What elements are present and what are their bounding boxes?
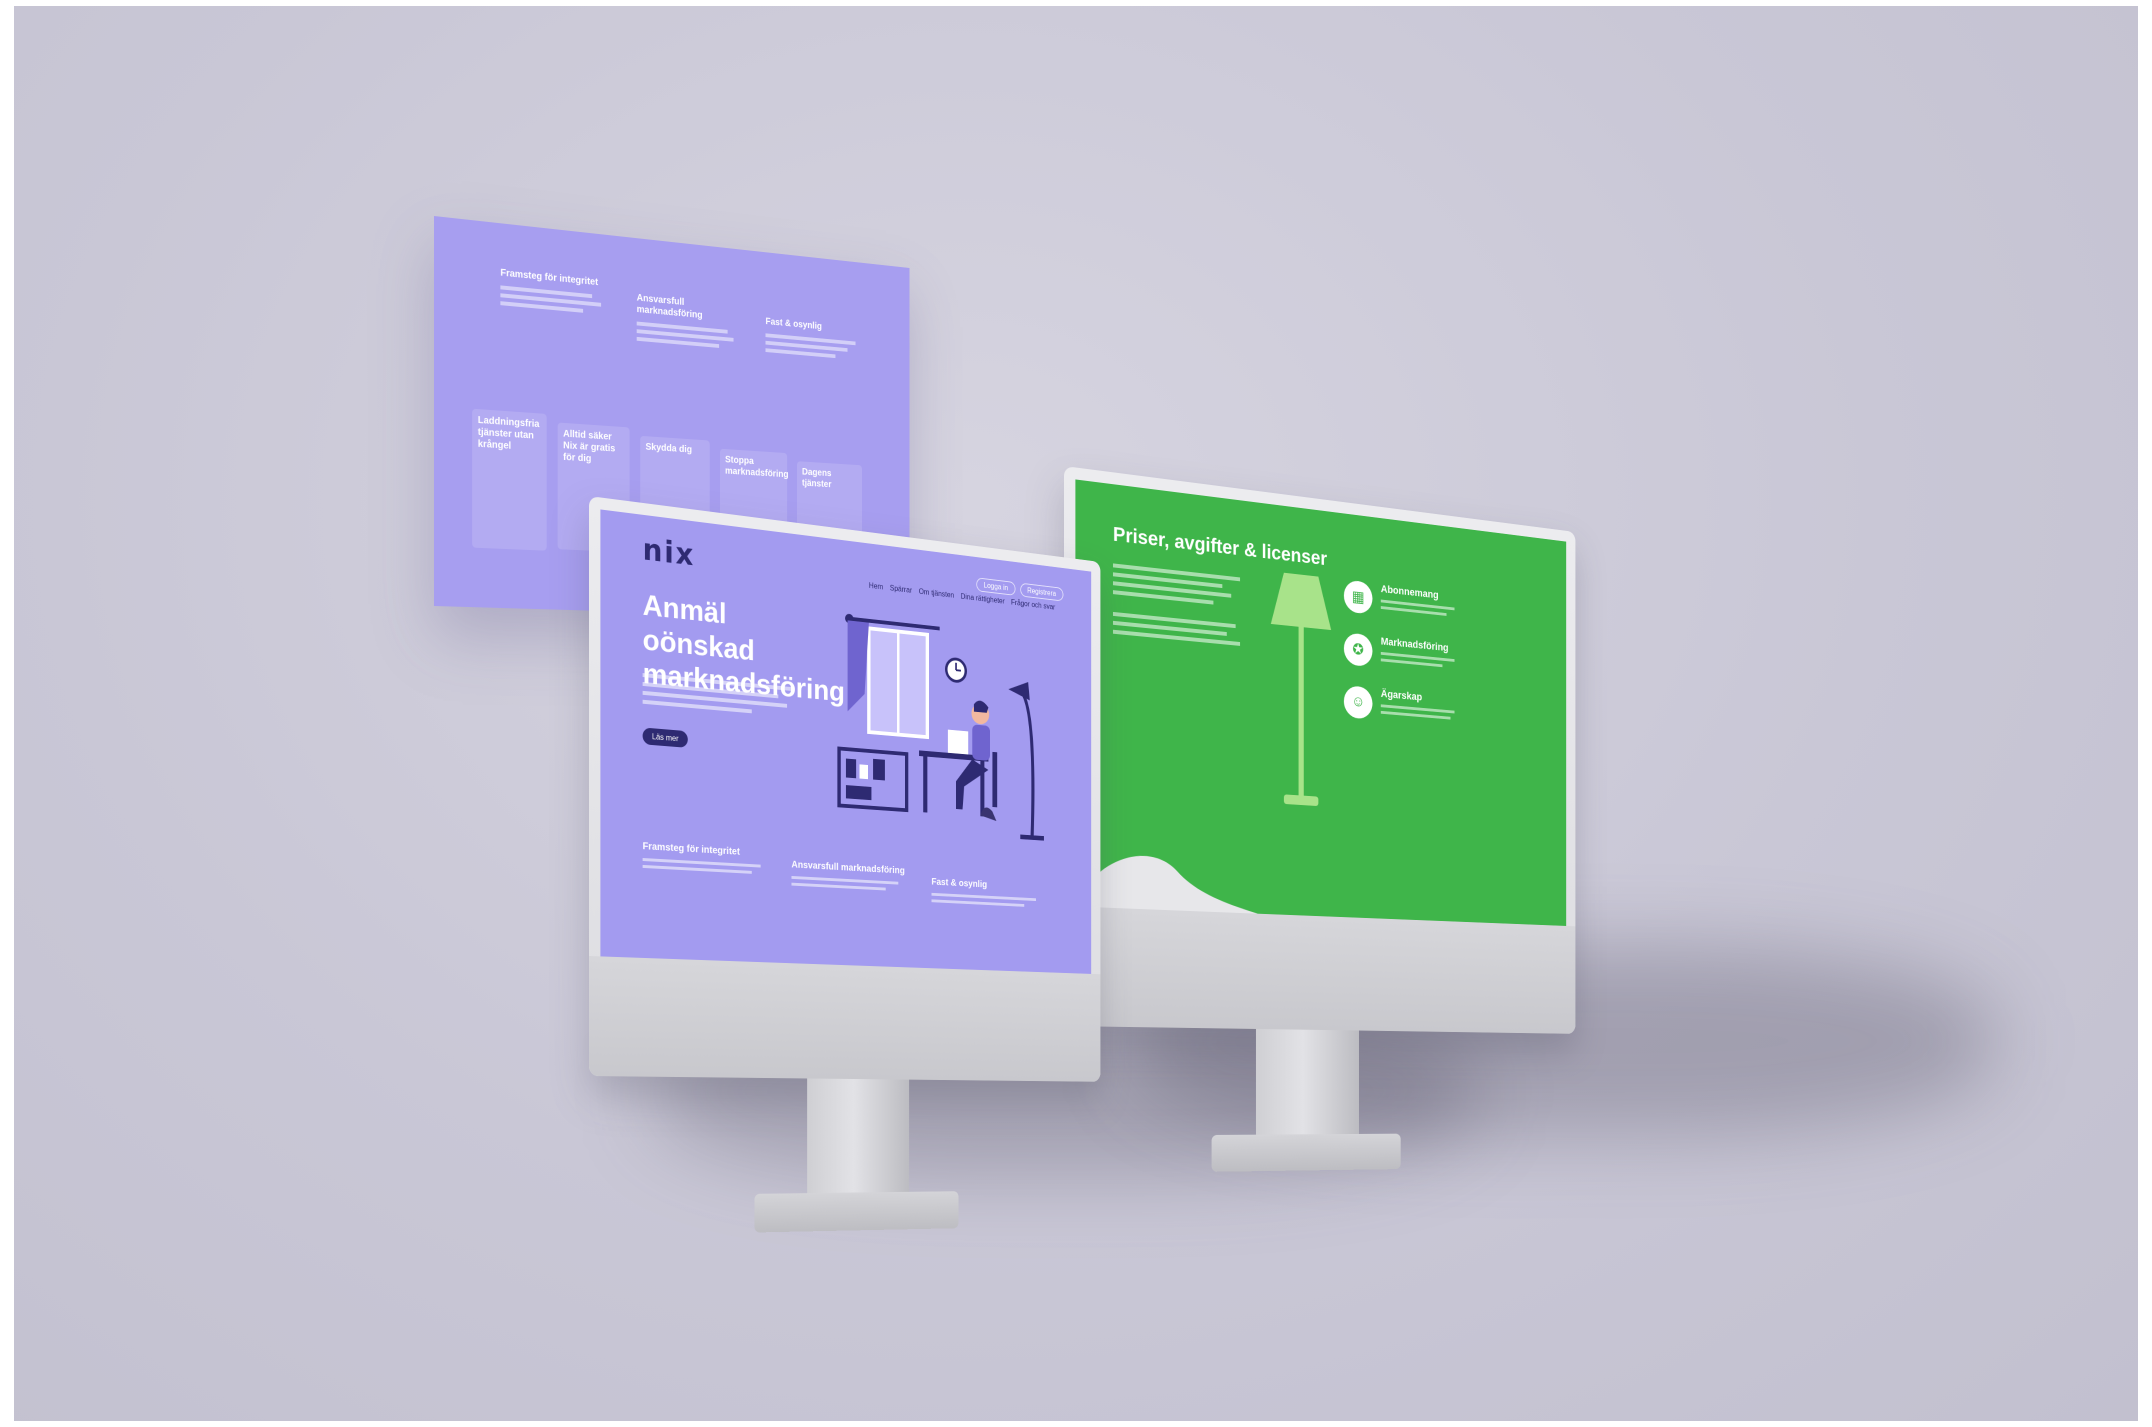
register-button[interactable]: Registrera <box>1020 582 1064 602</box>
front-monitor-screen: nix Hem Spärrar Om tjänsten Dina rättigh… <box>600 509 1092 974</box>
pricing-text-block <box>1112 563 1249 651</box>
panel-column: Ansvarsfull marknadsföring <box>636 292 741 350</box>
feature-item: ☺ Ägarskap <box>1343 685 1468 727</box>
feature-title: Marknadsföring <box>1380 636 1449 654</box>
bottom-column-title: Ansvarsfull marknadsföring <box>791 859 905 877</box>
feature-item: ✪ Marknadsföring <box>1343 632 1468 676</box>
nav-item-rights[interactable]: Dina rättigheter <box>961 592 1005 605</box>
nav-item-faq[interactable]: Frågor och svar <box>1011 598 1055 611</box>
back-monitor-screen: Priser, avgifter & licenser ▦ Abonnemang… <box>1075 479 1567 926</box>
floor-lamp-illustration <box>1270 571 1332 807</box>
panel-column: Fast & osynlig <box>765 317 864 361</box>
nav-item-home[interactable]: Hem <box>869 581 883 591</box>
mockup-scene: Framsteg för integritet Ansvarsfull mark… <box>14 6 2138 1421</box>
front-monitor-stand-base <box>754 1191 959 1233</box>
bottom-column-title: Framsteg för integritet <box>642 841 740 858</box>
panel-card: Laddningsfria tjänster utan krångel <box>472 408 547 551</box>
user-icon: ☺ <box>1343 685 1373 720</box>
front-monitor: nix Hem Spärrar Om tjänsten Dina rättigh… <box>589 496 1101 1233</box>
hero-cta-button[interactable]: Läs mer <box>642 727 688 748</box>
panel-columns: Framsteg för integritet Ansvarsfull mark… <box>500 268 863 361</box>
front-monitor-stand-neck <box>807 1078 910 1203</box>
bottom-column-title: Fast & osynlig <box>931 877 988 891</box>
login-button[interactable]: Logga in <box>976 577 1016 596</box>
bottom-column: Fast & osynlig <box>931 877 1043 908</box>
panel-column-title: Ansvarsfull marknadsföring <box>636 292 703 321</box>
feature-list: ▦ Abonnemang ✪ Marknadsföring ☺ Ägarskap <box>1343 579 1468 727</box>
certificate-icon: ✪ <box>1343 632 1373 668</box>
nav-item-blocks[interactable]: Spärrar <box>890 584 912 595</box>
panel-card-title: Stoppa marknadsföring <box>725 454 789 481</box>
panel-card-title: Laddningsfria tjänster utan krångel <box>477 415 540 452</box>
panel-card-title: Skydda dig <box>645 441 692 456</box>
feature-item: ▦ Abonnemang <box>1343 579 1468 624</box>
hill-shape <box>1075 852 1258 914</box>
front-monitor-chin <box>589 956 1101 1082</box>
panel-card-title: Alltid säker Nix är gratis för dig <box>563 428 616 465</box>
nix-logo: nix <box>642 532 696 574</box>
panel-card-title: Dagens tjänster <box>801 467 832 491</box>
bottom-column: Ansvarsfull marknadsföring <box>791 860 910 901</box>
pricing-title: Priser, avgifter & licenser <box>1112 523 1328 571</box>
back-monitor-stand-base <box>1211 1133 1401 1172</box>
back-monitor-stand-neck <box>1255 1028 1360 1145</box>
back-monitor: Priser, avgifter & licenser ▦ Abonnemang… <box>1064 466 1576 1172</box>
calendar-icon: ▦ <box>1343 579 1373 615</box>
panel-column: Framsteg för integritet <box>500 268 610 339</box>
back-monitor-chin <box>1064 906 1576 1034</box>
feature-title: Ägarskap <box>1380 688 1423 704</box>
nav-item-about[interactable]: Om tjänsten <box>919 587 954 600</box>
person-at-desk-illustration <box>830 613 1044 858</box>
bottom-column: Framsteg för integritet <box>642 841 770 894</box>
